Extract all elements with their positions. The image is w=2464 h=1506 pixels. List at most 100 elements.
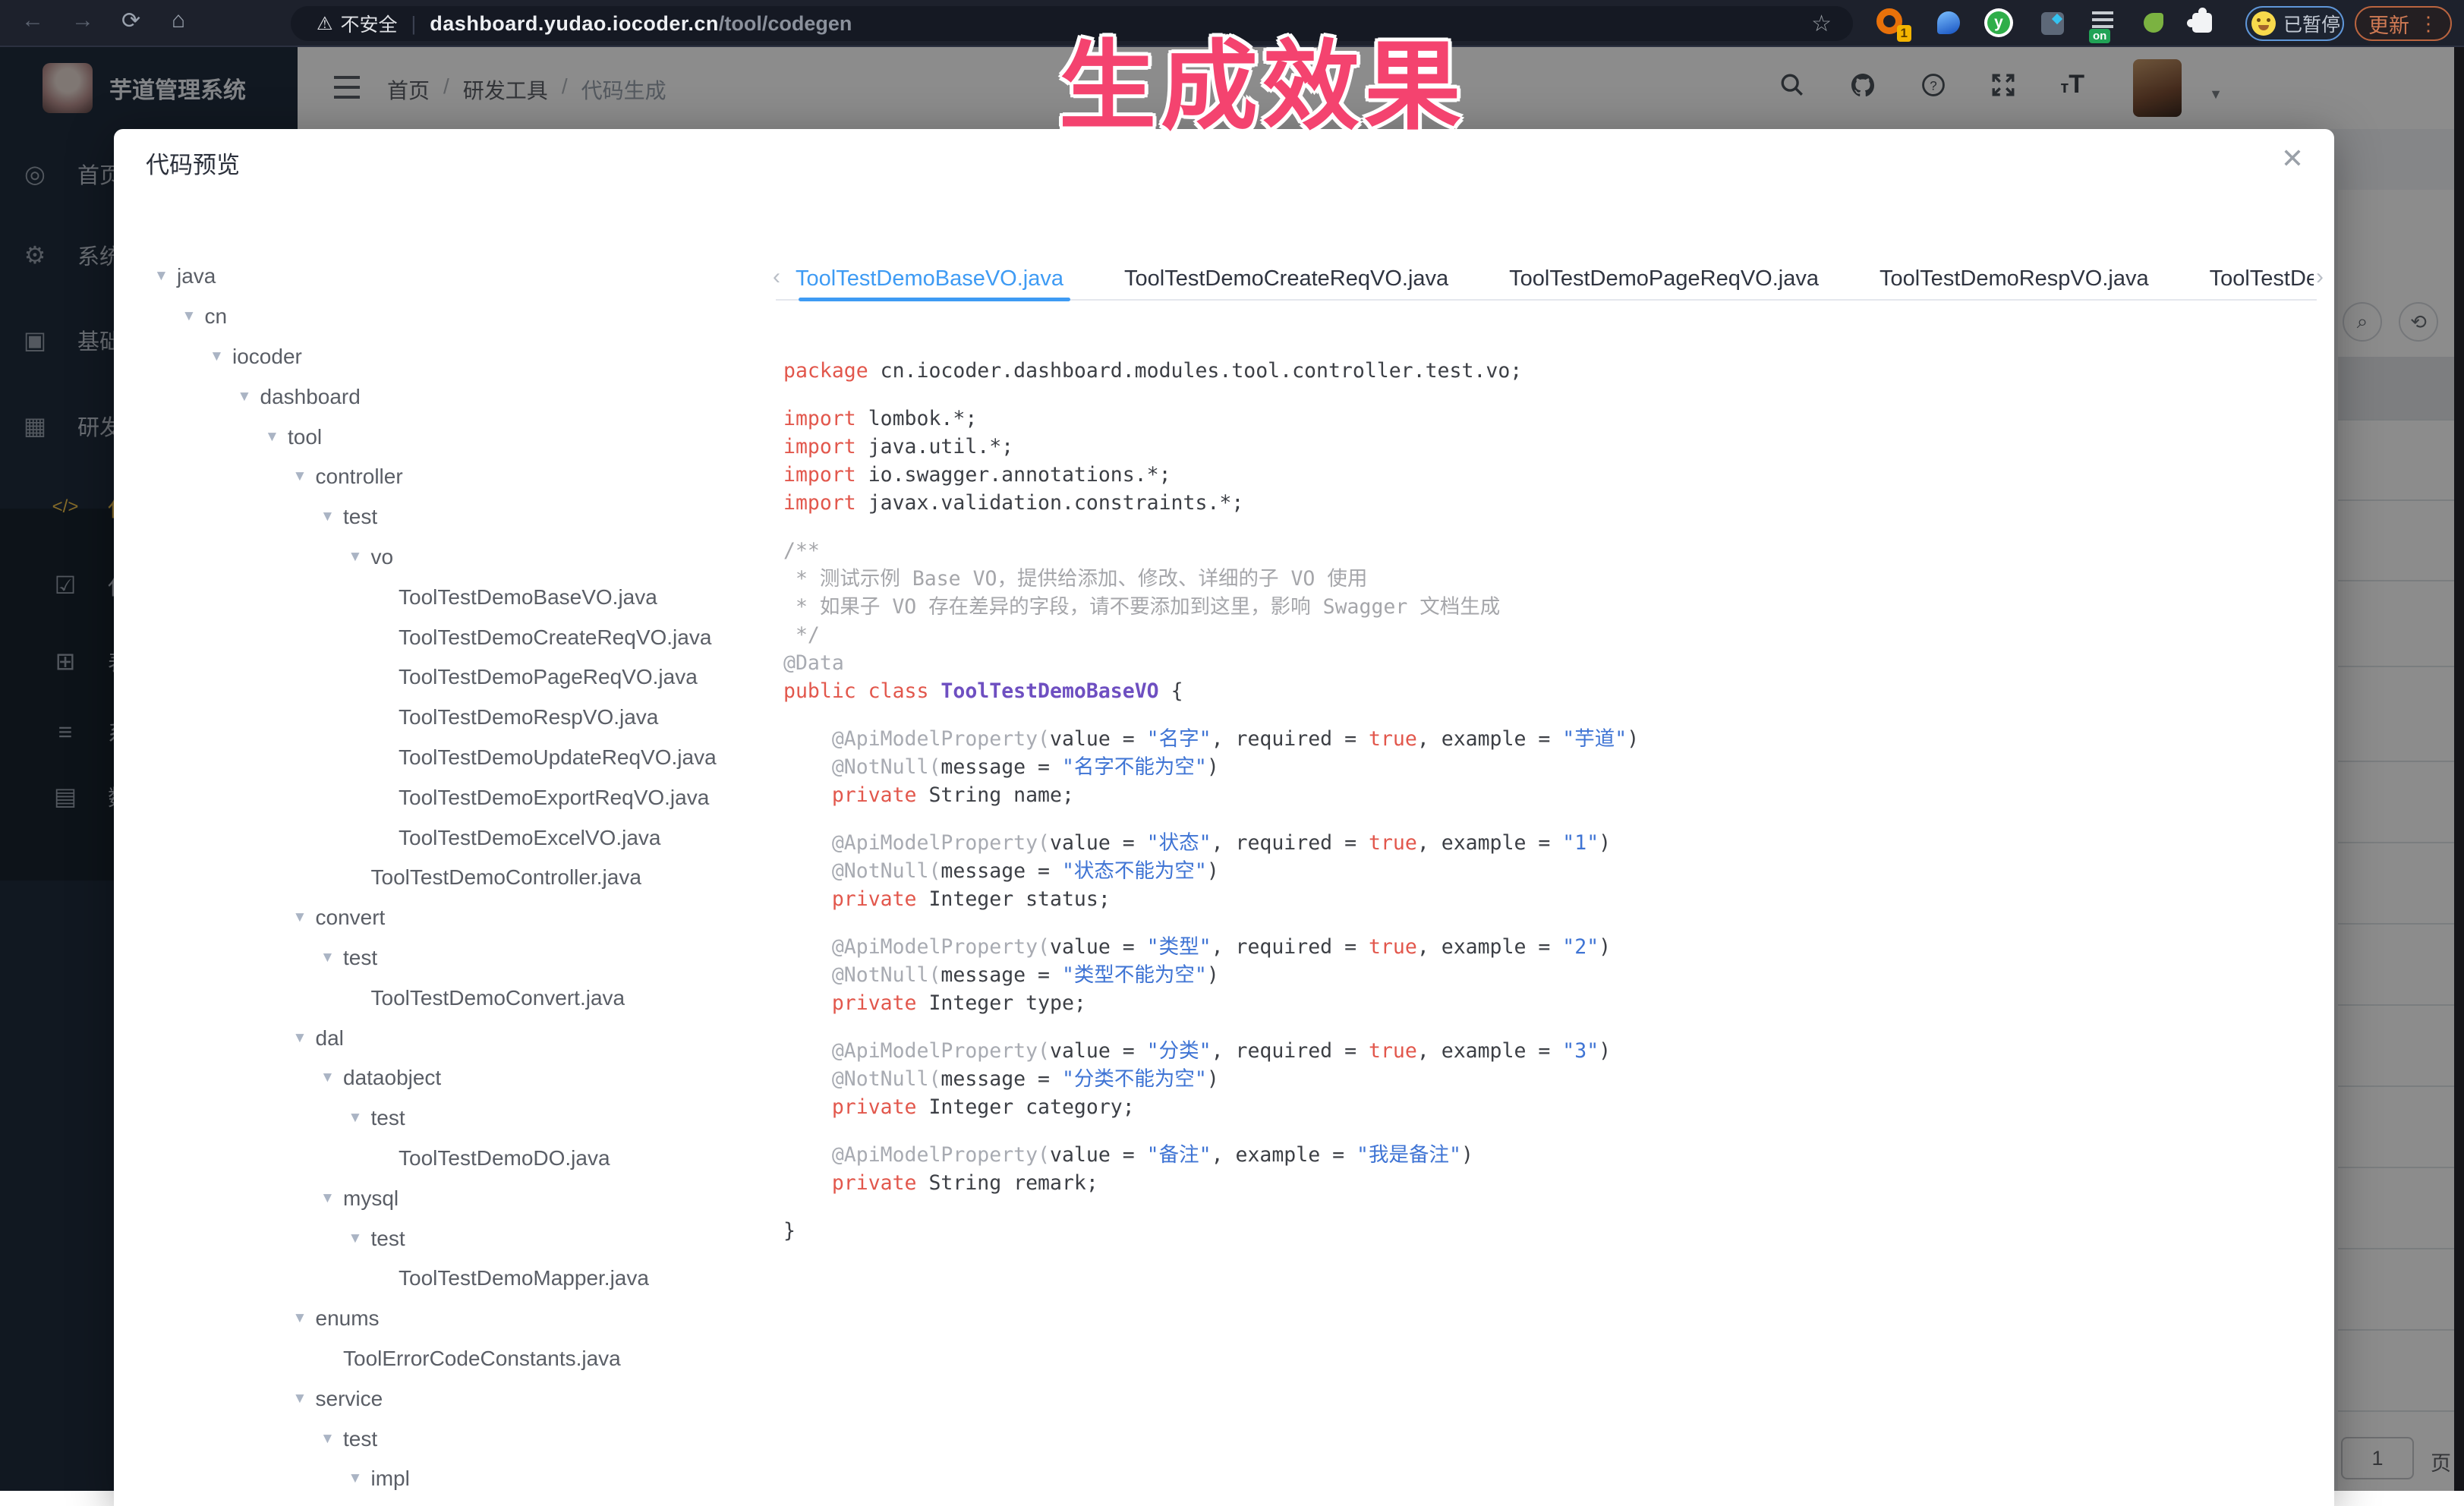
tree-file-row[interactable]: ToolTestDemoDO.java <box>114 1139 759 1179</box>
tree-folder-row[interactable]: ▼impl <box>114 1459 759 1499</box>
extension-leaf-icon[interactable] <box>2139 8 2169 39</box>
caret-down-icon[interactable]: ▼ <box>293 1391 316 1407</box>
extension-grey-icon[interactable] <box>2037 8 2068 39</box>
tree-folder-row[interactable]: ▼mysql <box>114 1178 759 1218</box>
tree-folder-row[interactable]: ▼java <box>114 257 759 297</box>
tree-folder-row[interactable]: ▼test <box>114 1098 759 1139</box>
tree-node-label: test <box>343 505 377 529</box>
tree-node-label: dataobject <box>343 1066 441 1090</box>
kebab-menu-icon[interactable]: ⋮ <box>2418 12 2438 36</box>
extension-pin-icon[interactable] <box>1934 8 1965 39</box>
file-tab[interactable]: ToolTestDemoCreateReqVO.java <box>1124 266 1448 291</box>
tree-file-row[interactable]: ToolTestDemoExcelVO.java <box>114 818 759 858</box>
tree-node-label: mysql <box>343 1186 399 1211</box>
tree-folder-row[interactable]: ▼vo <box>114 537 759 578</box>
code-line: * 如果子 VO 存在差异的字段，请不要添加到这里，影响 Swagger 文档生… <box>783 593 1639 621</box>
tree-node-label: ToolTestDemoController.java <box>371 865 641 890</box>
file-tab[interactable]: ToolTestDemoRespVO.java <box>1880 266 2149 291</box>
y-letter-icon: y <box>1987 11 2010 34</box>
caret-down-icon[interactable]: ▼ <box>320 1190 343 1207</box>
reload-icon[interactable]: ⟳ <box>121 8 140 34</box>
tree-folder-row[interactable]: ▼dataobject <box>114 1058 759 1098</box>
caret-down-icon[interactable]: ▼ <box>293 909 316 926</box>
caret-down-icon[interactable]: ▼ <box>320 950 343 966</box>
caret-down-icon[interactable]: ▼ <box>265 429 288 446</box>
code-line <box>783 809 1639 829</box>
bookmark-star-icon[interactable]: ☆ <box>1811 11 1832 37</box>
address-divider: | <box>411 12 417 36</box>
tree-folder-row[interactable]: ▼dashboard <box>114 376 759 417</box>
tree-file-row[interactable]: ToolErrorCodeConstants.java <box>114 1339 759 1379</box>
tree-folder-row[interactable]: ▼convert <box>114 898 759 938</box>
tree-file-row[interactable]: ToolTestDemoRespVO.java <box>114 698 759 738</box>
tree-file-row[interactable]: ToolTestDemoExportReqVO.java <box>114 777 759 818</box>
file-tab[interactable]: ToolTestDemoPageReqVO.java <box>1509 266 1819 291</box>
caret-down-icon[interactable]: ▼ <box>293 1030 316 1047</box>
tree-folder-row[interactable]: ▼test <box>114 938 759 978</box>
extension-orange-icon[interactable]: 1 <box>1876 8 1907 39</box>
extension-on-icon[interactable]: on <box>2089 8 2119 39</box>
caret-down-icon[interactable]: ▼ <box>348 1110 371 1126</box>
tree-file-row[interactable]: ToolTestDemoBaseVO.java <box>114 577 759 617</box>
home-icon[interactable]: ⌂ <box>172 8 185 33</box>
caret-down-icon[interactable]: ▼ <box>320 509 343 525</box>
tree-file-row[interactable]: ToolTestDemoUpdateReqVO.java <box>114 738 759 778</box>
code-line: @ApiModelProperty(value = "备注", example … <box>783 1141 1639 1169</box>
url-path: /tool/codegen <box>719 12 852 36</box>
extension-y-icon[interactable]: y <box>1984 8 2015 39</box>
caret-down-icon[interactable]: ▼ <box>348 549 371 566</box>
caret-down-icon[interactable]: ▼ <box>238 389 260 405</box>
caret-down-icon[interactable]: ▼ <box>182 308 205 325</box>
tree-folder-row[interactable]: ▼controller <box>114 457 759 497</box>
file-tab[interactable]: ToolTestDemoBaseVO.java <box>796 266 1063 291</box>
code-line: } <box>783 1217 1639 1245</box>
back-icon[interactable]: ← <box>21 8 44 33</box>
tree-node-label: test <box>371 1227 405 1251</box>
tabs-scroll-right-icon[interactable]: › <box>2316 264 2324 290</box>
tree-folder-row[interactable]: ▼enums <box>114 1299 759 1339</box>
code-line <box>783 1017 1639 1037</box>
tree-node-label: ToolTestDemoExcelVO.java <box>399 826 660 850</box>
caret-down-icon[interactable]: ▼ <box>348 1230 371 1247</box>
caret-down-icon[interactable]: ▼ <box>320 1431 343 1448</box>
security-warning-label: 不安全 <box>341 10 398 37</box>
tree-file-row[interactable]: ToolTestDemoConvert.java <box>114 978 759 1018</box>
forward-icon[interactable]: → <box>71 8 94 33</box>
extension-badge: 1 <box>1897 25 1911 42</box>
caret-down-icon[interactable]: ▼ <box>154 268 177 285</box>
tree-folder-row[interactable]: ▼dal <box>114 1018 759 1058</box>
tree-folder-row[interactable]: ▼iocoder <box>114 337 759 377</box>
tree-file-row[interactable]: ToolTestDemoCreateReqVO.java <box>114 617 759 657</box>
tree-file-row[interactable]: ToolTestDemoPageReqVO.java <box>114 657 759 698</box>
emoji-face-icon <box>2251 11 2276 36</box>
code-preview-dialog: 代码预览 ✕ ▼java▼cn▼iocoder▼dashboard▼tool▼c… <box>114 129 2334 1506</box>
code-line: /** <box>783 537 1639 565</box>
caret-down-icon[interactable]: ▼ <box>293 1310 316 1327</box>
tree-folder-row[interactable]: ▼service <box>114 1378 759 1419</box>
tree-folder-row[interactable]: ▼cn <box>114 297 759 337</box>
close-icon[interactable]: ✕ <box>2281 143 2304 175</box>
tabs-scroll-left-icon[interactable]: ‹ <box>773 264 780 290</box>
tree-file-row[interactable]: ToolTestDemoMapper.java <box>114 1259 759 1299</box>
tree-node-label: test <box>343 946 377 970</box>
tree-folder-row[interactable]: ▼test <box>114 497 759 537</box>
code-line: @NotNull(message = "分类不能为空") <box>783 1065 1639 1093</box>
update-button[interactable]: 更新 ⋮ <box>2355 6 2452 41</box>
tree-file-row[interactable]: ToolTestDemoController.java <box>114 858 759 898</box>
tree-node-label: tool <box>288 425 322 449</box>
file-tab[interactable]: ToolTestDemoUpdateReqVO.java <box>2210 266 2314 291</box>
code-line <box>783 1121 1639 1141</box>
tree-node-label: ToolTestDemoUpdateReqVO.java <box>399 745 717 770</box>
tree-folder-row[interactable]: ▼test <box>114 1218 759 1259</box>
code-line: * 测试示例 Base VO，提供给添加、修改、详细的子 VO 使用 <box>783 565 1639 593</box>
tree-file-row[interactable]: ToolTestDemoServiceImpl.java <box>114 1499 759 1506</box>
extensions-puzzle-icon[interactable] <box>2188 8 2218 39</box>
tree-folder-row[interactable]: ▼tool <box>114 417 759 457</box>
tree-folder-row[interactable]: ▼test <box>114 1419 759 1459</box>
profile-paused-pill[interactable]: 已暂停 <box>2245 6 2344 41</box>
caret-down-icon[interactable]: ▼ <box>348 1470 371 1487</box>
caret-down-icon[interactable]: ▼ <box>293 468 316 485</box>
code-view[interactable]: package cn.iocoder.dashboard.modules.too… <box>783 357 1639 1245</box>
caret-down-icon[interactable]: ▼ <box>210 348 232 365</box>
caret-down-icon[interactable]: ▼ <box>320 1070 343 1086</box>
